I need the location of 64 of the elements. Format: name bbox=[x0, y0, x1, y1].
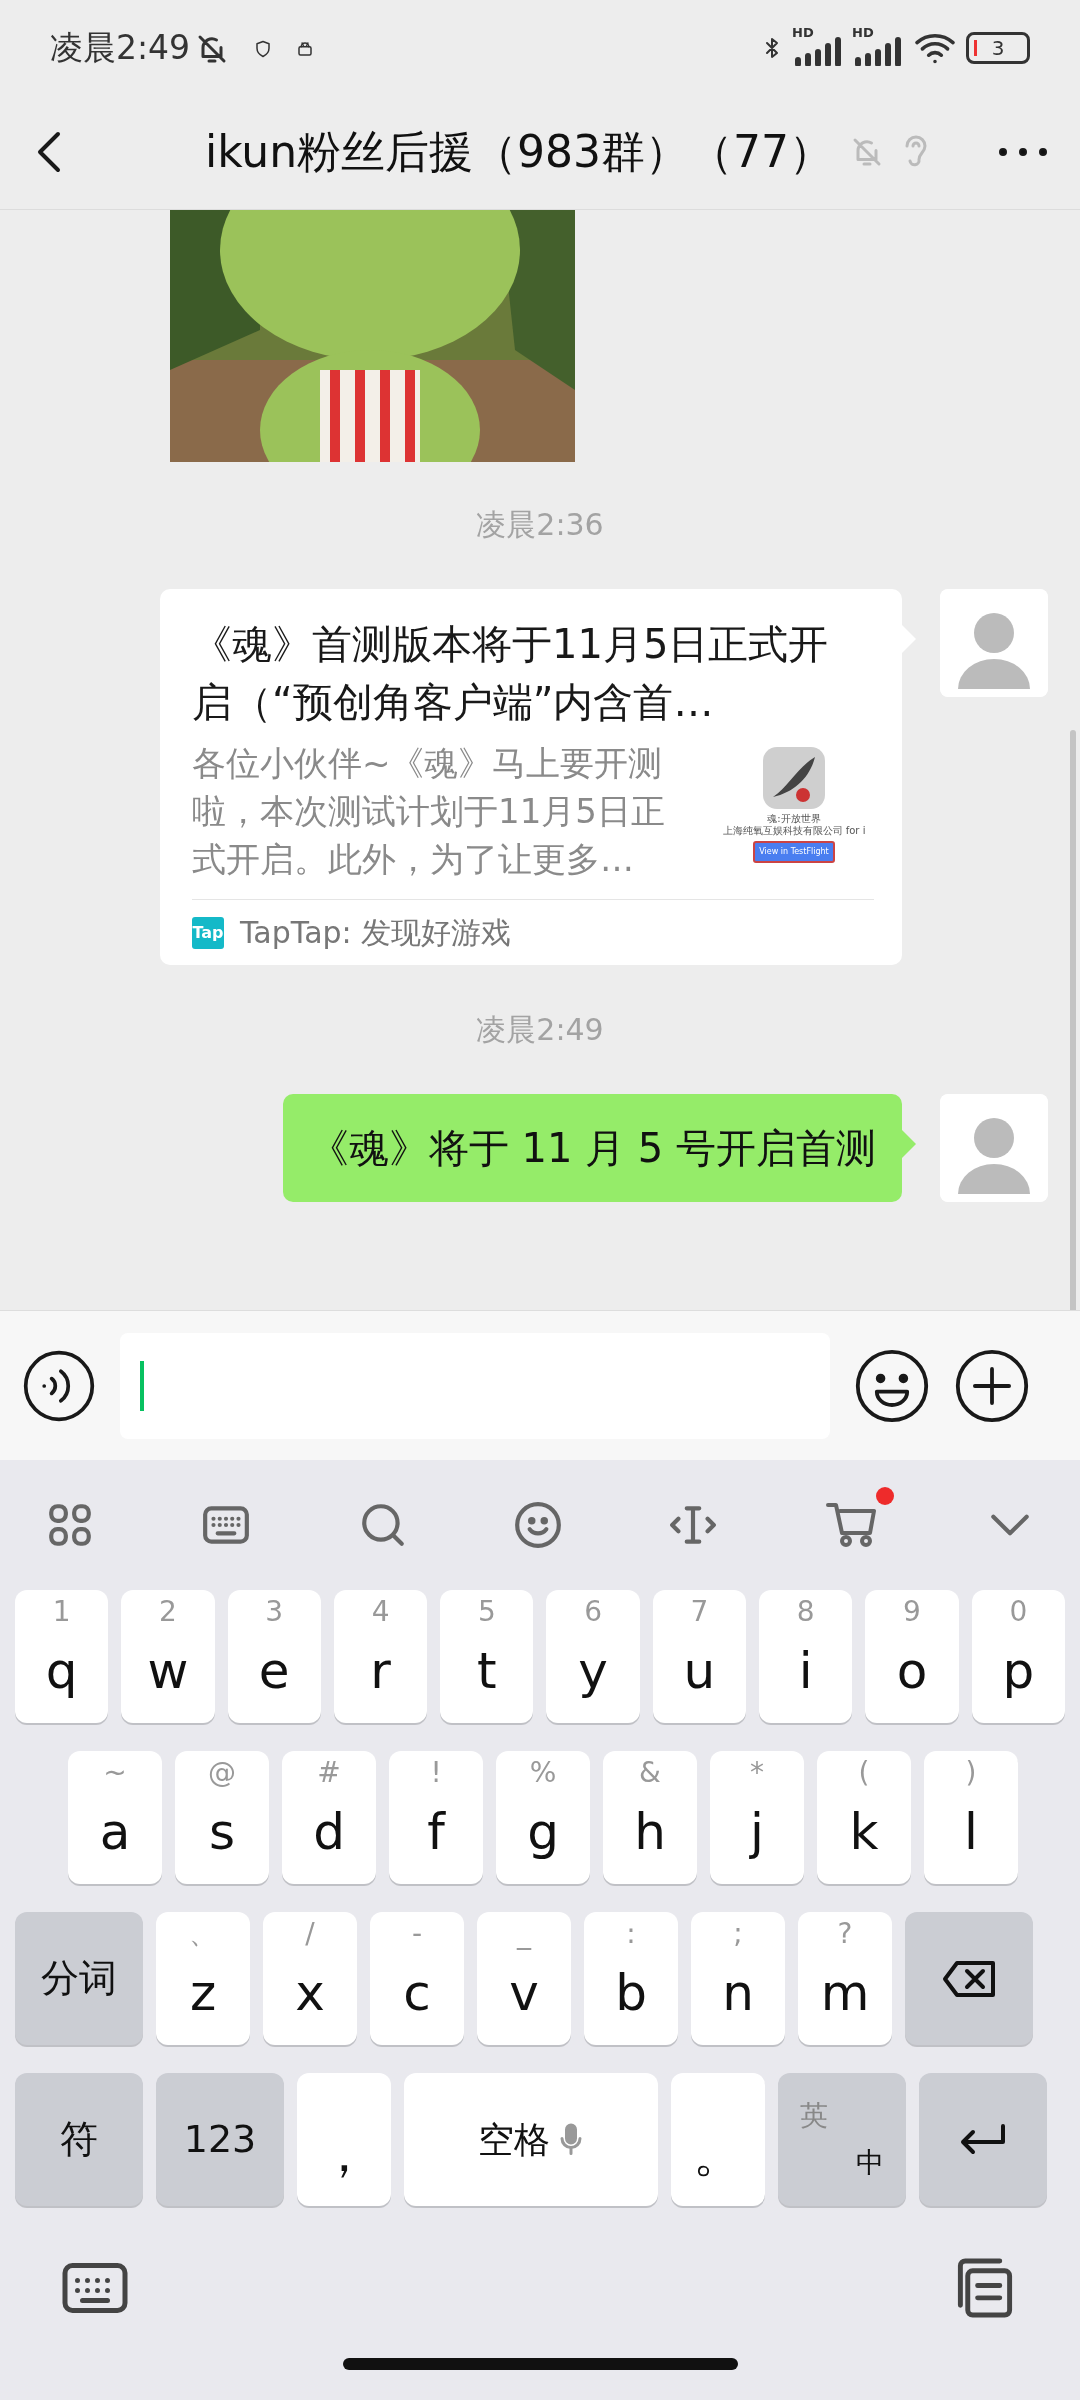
key[interactable]: 7 u bbox=[652, 1590, 747, 1723]
voice-icon[interactable] bbox=[22, 1348, 96, 1423]
key[interactable]: & h bbox=[603, 1751, 697, 1884]
mic-icon bbox=[558, 2121, 584, 2158]
key[interactable]: - c bbox=[370, 1912, 464, 2045]
source-name: TapTap: 发现好游戏 bbox=[240, 914, 512, 952]
shield-icon bbox=[254, 39, 273, 60]
key[interactable]: % g bbox=[496, 1751, 590, 1884]
key[interactable]: @ s bbox=[175, 1751, 269, 1884]
backspace-key[interactable] bbox=[905, 1912, 1033, 2045]
key[interactable]: : b bbox=[584, 1912, 678, 2045]
key[interactable]: 123 bbox=[156, 2073, 284, 2206]
key[interactable]: 4 r bbox=[333, 1590, 428, 1723]
battery-icon: 3 bbox=[966, 31, 1030, 64]
bubble-tail bbox=[902, 1130, 916, 1158]
key[interactable]: ( k bbox=[817, 1751, 911, 1884]
source-logo: Tap bbox=[192, 916, 224, 949]
message-input[interactable] bbox=[120, 1332, 830, 1439]
network-label: HD bbox=[852, 25, 874, 39]
emoji-icon[interactable] bbox=[854, 1347, 930, 1424]
key[interactable]: ， bbox=[297, 2073, 391, 2206]
key[interactable]: * j bbox=[710, 1751, 804, 1884]
space-key[interactable]: 空格 bbox=[404, 2073, 658, 2206]
message-bubble[interactable]: 《魂》将于 11 月 5 号开启首测 bbox=[282, 1094, 902, 1202]
network-label: HD bbox=[792, 25, 814, 39]
key[interactable]: ) l bbox=[924, 1751, 1018, 1884]
chat-title: ikun粉丝后援（983群）（77） bbox=[204, 125, 834, 179]
key[interactable]: ? m bbox=[798, 1912, 892, 2045]
key[interactable]: ; n bbox=[691, 1912, 785, 2045]
key[interactable]: 符 bbox=[15, 2073, 143, 2206]
card-title: 《魂》首测版本将于11月5日正式开启（“预创角客户端”内含首… bbox=[192, 620, 830, 727]
key[interactable]: 2 w bbox=[121, 1590, 215, 1723]
key[interactable]: ! f bbox=[389, 1751, 483, 1884]
key[interactable]: 8 i bbox=[759, 1590, 853, 1723]
key[interactable]: ~ a bbox=[68, 1751, 162, 1884]
timestamp: 凌晨2:49 bbox=[475, 1011, 605, 1049]
timestamp: 凌晨2:36 bbox=[475, 506, 605, 544]
link-card[interactable]: 《魂》首测版本将于11月5日正式开启（“预创角客户端”内含首… 各位小伙伴~《魂》马上要开测啦，本次测试计划于11月5日正式开启。此外，为了让更多… 魂:开放世界 上海纯氧互娱科技有限公司 for i View in TestFlight Tap TapTap: 发现好游戏 bbox=[160, 589, 902, 965]
key[interactable]: 3 e bbox=[227, 1590, 321, 1723]
key[interactable]: 1 q bbox=[15, 1590, 109, 1723]
backspace-icon bbox=[941, 1958, 997, 1999]
signal-icon bbox=[792, 35, 844, 66]
enter-key[interactable] bbox=[919, 2073, 1047, 2206]
key[interactable]: 分词 bbox=[15, 1912, 143, 2045]
key[interactable]: 、 z bbox=[156, 1912, 250, 2045]
app-icon bbox=[763, 747, 825, 809]
testflight-button: View in TestFlight bbox=[753, 841, 835, 863]
language-key[interactable]: 英 中 bbox=[778, 2073, 906, 2206]
key[interactable]: 。 bbox=[671, 2073, 765, 2206]
status-time: 凌晨2:49 bbox=[50, 26, 191, 69]
key[interactable]: / x bbox=[263, 1912, 357, 2045]
card-description: 各位小伙伴~《魂》马上要开测啦，本次测试计划于11月5日正式开启。此外，为了让更多… bbox=[192, 742, 666, 881]
signal-icon bbox=[852, 35, 904, 66]
key[interactable]: 6 y bbox=[546, 1590, 640, 1723]
key[interactable]: # d bbox=[282, 1751, 376, 1884]
key[interactable]: 0 p bbox=[971, 1590, 1065, 1723]
developer-name: 上海纯氧互娱科技有限公司 for i bbox=[722, 825, 866, 837]
keyboard-icon[interactable] bbox=[60, 2260, 130, 2316]
app-name: 魂:开放世界 bbox=[767, 813, 821, 825]
key[interactable]: _ v bbox=[477, 1912, 571, 2045]
plus-icon[interactable] bbox=[954, 1347, 1030, 1424]
key[interactable]: 9 o bbox=[865, 1590, 959, 1723]
key[interactable]: 5 t bbox=[440, 1590, 534, 1723]
notification-dot bbox=[875, 1487, 894, 1505]
